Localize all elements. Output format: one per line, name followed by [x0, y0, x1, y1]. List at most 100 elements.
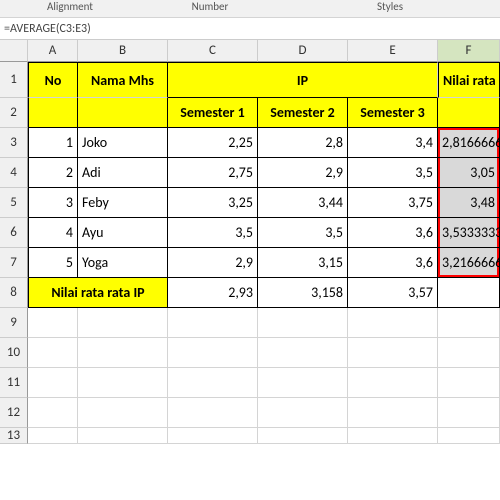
- ribbon-number-label: Number: [140, 0, 280, 17]
- col-header-f[interactable]: F: [438, 40, 500, 62]
- header-no[interactable]: No: [28, 62, 78, 98]
- cell-e10[interactable]: [348, 338, 438, 368]
- cell-b13[interactable]: [78, 428, 168, 444]
- col-header-d[interactable]: D: [258, 40, 348, 62]
- cell-b10[interactable]: [78, 338, 168, 368]
- formula-bar[interactable]: =AVERAGE(C3:E3): [0, 18, 500, 40]
- cell-f12[interactable]: [438, 398, 500, 428]
- row-header-4[interactable]: 4: [0, 158, 28, 188]
- cell-d13[interactable]: [258, 428, 348, 444]
- cell-a6[interactable]: 4: [28, 218, 78, 248]
- cell-f13[interactable]: [438, 428, 500, 444]
- cell-d10[interactable]: [258, 338, 348, 368]
- row-header-7[interactable]: 7: [0, 248, 28, 278]
- row-header-6[interactable]: 6: [0, 218, 28, 248]
- spreadsheet-grid[interactable]: A B C D E F 1 No Nama Mhs IP Nilai rata …: [0, 40, 500, 444]
- cell-c8[interactable]: 2,93: [168, 278, 258, 308]
- row-header-8[interactable]: 8: [0, 278, 28, 308]
- cell-a12[interactable]: [28, 398, 78, 428]
- cell-f10[interactable]: [438, 338, 500, 368]
- header-sem3[interactable]: Semester 3: [348, 98, 438, 128]
- cell-e8[interactable]: 3,57: [348, 278, 438, 308]
- cell-b5[interactable]: Feby: [78, 188, 168, 218]
- cell-c3[interactable]: 2,25: [168, 128, 258, 158]
- row-header-12[interactable]: 12: [0, 398, 28, 428]
- header-sem1[interactable]: Semester 1: [168, 98, 258, 128]
- cell-b4[interactable]: Adi: [78, 158, 168, 188]
- cell-b12[interactable]: [78, 398, 168, 428]
- header-sem2[interactable]: Semester 2: [258, 98, 348, 128]
- cell-c9[interactable]: [168, 308, 258, 338]
- ribbon-alignment-label: Alignment: [0, 0, 140, 17]
- cell-e12[interactable]: [348, 398, 438, 428]
- cell-a10[interactable]: [28, 338, 78, 368]
- row-header-3[interactable]: 3: [0, 128, 28, 158]
- formula-text: =AVERAGE(C3:E3): [4, 22, 91, 36]
- cell-b7[interactable]: Yoga: [78, 248, 168, 278]
- cell-e11[interactable]: [348, 368, 438, 398]
- col-header-a[interactable]: A: [28, 40, 78, 62]
- cell-d5[interactable]: 3,44: [258, 188, 348, 218]
- row-header-1[interactable]: 1: [0, 62, 28, 98]
- cell-e4[interactable]: 3,5: [348, 158, 438, 188]
- row-header-11[interactable]: 11: [0, 368, 28, 398]
- col-header-e[interactable]: E: [348, 40, 438, 62]
- header-ip[interactable]: IP: [168, 62, 438, 98]
- header-no-merge[interactable]: [28, 98, 78, 128]
- cell-a3[interactable]: 1: [28, 128, 78, 158]
- cell-c4[interactable]: 2,75: [168, 158, 258, 188]
- cell-a11[interactable]: [28, 368, 78, 398]
- row-header-9[interactable]: 9: [0, 308, 28, 338]
- row-header-13[interactable]: 13: [0, 428, 28, 444]
- cell-f6[interactable]: 3,533333333: [438, 218, 500, 248]
- cell-c6[interactable]: 3,5: [168, 218, 258, 248]
- cell-f5[interactable]: 3,48: [438, 188, 500, 218]
- cell-d12[interactable]: [258, 398, 348, 428]
- cell-a5[interactable]: 3: [28, 188, 78, 218]
- cell-d3[interactable]: 2,8: [258, 128, 348, 158]
- cell-d11[interactable]: [258, 368, 348, 398]
- cell-c12[interactable]: [168, 398, 258, 428]
- cell-f3[interactable]: 2,816666667: [438, 128, 500, 158]
- cell-a4[interactable]: 2: [28, 158, 78, 188]
- cell-d4[interactable]: 2,9: [258, 158, 348, 188]
- cell-a13[interactable]: [28, 428, 78, 444]
- cell-f11[interactable]: [438, 368, 500, 398]
- cell-f8[interactable]: [438, 278, 500, 308]
- row-header-2[interactable]: 2: [0, 98, 28, 128]
- row-header-5[interactable]: 5: [0, 188, 28, 218]
- header-rata-merge[interactable]: [438, 98, 500, 128]
- cell-e6[interactable]: 3,6: [348, 218, 438, 248]
- header-rata[interactable]: Nilai rata rata IP: [438, 62, 500, 98]
- cell-a7[interactable]: 5: [28, 248, 78, 278]
- cell-e5[interactable]: 3,75: [348, 188, 438, 218]
- row-header-10[interactable]: 10: [0, 338, 28, 368]
- cell-c10[interactable]: [168, 338, 258, 368]
- col-header-b[interactable]: B: [78, 40, 168, 62]
- cell-a9[interactable]: [28, 308, 78, 338]
- cell-e9[interactable]: [348, 308, 438, 338]
- cell-c11[interactable]: [168, 368, 258, 398]
- cell-f9[interactable]: [438, 308, 500, 338]
- cell-b3[interactable]: Joko: [78, 128, 168, 158]
- cell-c5[interactable]: 3,25: [168, 188, 258, 218]
- header-nama-merge[interactable]: [78, 98, 168, 128]
- footer-label[interactable]: Nilai rata rata IP: [28, 278, 168, 308]
- cell-e3[interactable]: 3,4: [348, 128, 438, 158]
- cell-e13[interactable]: [348, 428, 438, 444]
- cell-c7[interactable]: 2,9: [168, 248, 258, 278]
- cell-d6[interactable]: 3,5: [258, 218, 348, 248]
- cell-d9[interactable]: [258, 308, 348, 338]
- cell-b9[interactable]: [78, 308, 168, 338]
- cell-b11[interactable]: [78, 368, 168, 398]
- col-header-c[interactable]: C: [168, 40, 258, 62]
- select-all-corner[interactable]: [0, 40, 28, 62]
- cell-b6[interactable]: Ayu: [78, 218, 168, 248]
- cell-f7[interactable]: 3,216666667: [438, 248, 500, 278]
- cell-d7[interactable]: 3,15: [258, 248, 348, 278]
- cell-d8[interactable]: 3,158: [258, 278, 348, 308]
- header-nama[interactable]: Nama Mhs: [78, 62, 168, 98]
- cell-c13[interactable]: [168, 428, 258, 444]
- cell-f4[interactable]: 3,05: [438, 158, 500, 188]
- cell-e7[interactable]: 3,6: [348, 248, 438, 278]
